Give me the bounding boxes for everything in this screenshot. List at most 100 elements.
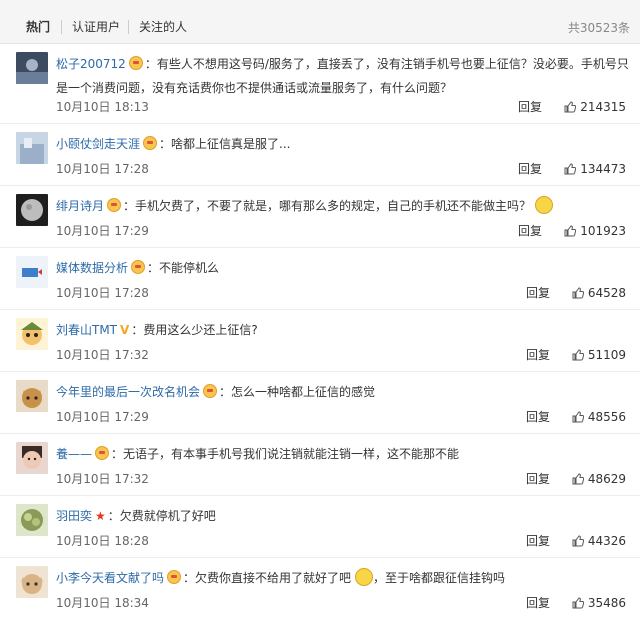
avatar[interactable] (16, 52, 48, 84)
verified-v-icon: V (120, 323, 130, 337)
avatar[interactable] (16, 318, 48, 350)
comment-item: 媒体数据分析 ：不能停机么 10月10日 17:28 回复 64528 (0, 248, 640, 310)
like-count: 101923 (580, 224, 626, 238)
comment-tabs-bar: 热门 认证用户 关注的人 共30523条 (0, 0, 640, 44)
avatar[interactable] (16, 256, 48, 288)
tab-divider (128, 20, 129, 34)
reply-button[interactable]: 回复 (518, 161, 542, 177)
tab-verified-users[interactable]: 认证用户 (72, 19, 120, 35)
thumb-up-icon (572, 535, 584, 547)
like-button[interactable]: 48556 (572, 409, 626, 425)
comment-head: 今年里的最后一次改名机会 ：怎么一种啥都上征信的感觉 (56, 384, 376, 399)
comment-item: 松子200712 ：有些人不想用这号码/服务了，直接丢了，没有注销手机号也要上征信… (0, 44, 640, 124)
thumb-up-icon (564, 101, 577, 113)
reply-button[interactable]: 回复 (518, 223, 542, 239)
comment-item: 小李今天看文献了吗 ：欠费你直接不给用了就好了吧 ，至于啥都跟征信挂钩吗 10月10… (0, 558, 640, 622)
comment-username[interactable]: 今年里的最后一次改名机会 (56, 385, 200, 399)
thinking-emoji-icon (535, 196, 554, 214)
comment-total-count: 共30523条 (567, 21, 630, 35)
comment-item: 羽田奕 ★ ：欠费就停机了好吧 10月10日 18:28 回复 44326 (0, 496, 640, 558)
thumb-up-icon (564, 163, 577, 175)
like-count: 64528 (587, 286, 626, 300)
like-count: 35486 (587, 596, 626, 610)
comment-text: 怎么一种啥都上征信的感觉 (231, 385, 376, 399)
comment-username[interactable]: 媒体数据分析 (56, 261, 128, 275)
like-button[interactable]: 51109 (572, 347, 626, 363)
like-button[interactable]: 44326 (572, 533, 626, 549)
comment-text: 啥都上征信真是服了... (171, 137, 291, 151)
thumb-up-icon (572, 349, 584, 361)
comment-time: 10月10日 17:29 (56, 410, 149, 424)
thumb-up-icon (572, 597, 584, 609)
like-count: 51109 (587, 348, 626, 362)
comment-head: 刘春山TMT V ：费用这么少还上征信? (56, 323, 258, 337)
comment-time: 10月10日 18:13 (56, 100, 149, 114)
comment-username[interactable]: 刘春山TMT (56, 323, 117, 337)
thumb-up-icon (564, 225, 577, 237)
avatar[interactable] (16, 380, 48, 412)
comment-head: 松子200712 ：有些人不想用这号码/服务了，直接丢了，没有注销手机号也要上征信… (56, 56, 629, 95)
vip-badge-icon (107, 198, 122, 212)
avatar[interactable] (16, 442, 48, 474)
like-count: 44326 (587, 534, 626, 548)
like-count: 214315 (580, 100, 626, 114)
comment-username[interactable]: 小颐仗剑走天涯 (56, 137, 140, 151)
comment-text-continued: ，至于啥都跟征信挂钩吗 (373, 571, 506, 585)
comment-text: 不能停机么 (159, 261, 220, 275)
comment-time: 10月10日 17:28 (56, 162, 149, 176)
comment-time: 10月10日 18:34 (56, 596, 149, 610)
like-count: 48556 (587, 410, 626, 424)
comment-text: 费用这么少还上征信? (143, 323, 258, 337)
comment-item: 绯月诗月 ：手机欠费了，不要了就是，哪有那么多的规定，自己的手机还不能做主吗？ 1… (0, 186, 640, 248)
vip-badge-icon (128, 56, 143, 70)
comment-username[interactable]: 養—— (56, 447, 92, 461)
comment-username[interactable]: 绯月诗月 (56, 199, 104, 213)
reply-button[interactable]: 回复 (526, 409, 550, 425)
comment-text: 欠费就停机了好吧 (119, 509, 216, 523)
comment-head: 養—— ：无语子，有本事手机号我们说注销就能注销一样，这不能那不能 (56, 446, 460, 461)
comment-text: 欠费你直接不给用了就好了吧 (195, 571, 352, 585)
comment-item: 今年里的最后一次改名机会 ：怎么一种啥都上征信的感觉 10月10日 17:29 回… (0, 372, 640, 434)
comment-item: 養—— ：无语子，有本事手机号我们说注销就能注销一样，这不能那不能 10月10日 … (0, 434, 640, 496)
comment-username[interactable]: 松子200712 (56, 57, 126, 71)
comment-head: 绯月诗月 ：手机欠费了，不要了就是，哪有那么多的规定，自己的手机还不能做主吗？ (56, 194, 630, 218)
like-button[interactable]: 35486 (572, 595, 626, 611)
reply-button[interactable]: 回复 (518, 99, 542, 115)
like-count: 48629 (587, 472, 626, 486)
reply-button[interactable]: 回复 (526, 471, 550, 487)
comment-head: 羽田奕 ★ ：欠费就停机了好吧 (56, 509, 216, 523)
comment-text: 有些人不想用这号码/服务了，直接丢了，没有注销手机号也要上征信？没必要。手机号只 (156, 57, 629, 71)
comment-time: 10月10日 17:29 (56, 224, 149, 238)
reply-button[interactable]: 回复 (526, 347, 550, 363)
comment-item: 刘春山TMT V ：费用这么少还上征信? 10月10日 17:32 回复 51109 (0, 310, 640, 372)
like-button[interactable]: 134473 (564, 161, 626, 177)
thumb-up-icon (572, 473, 584, 485)
thumb-up-icon (572, 411, 584, 423)
comment-text-continued: 是一个消费问题，没有充话费你也不提供通话或流量服务了，有什么问题？ (56, 81, 453, 95)
comment-head: 小李今天看文献了吗 ：欠费你直接不给用了就好了吧 ，至于啥都跟征信挂钩吗 (56, 566, 630, 590)
tab-following[interactable]: 关注的人 (139, 19, 187, 35)
comment-head: 小颐仗剑走天涯 ：啥都上征信真是服了... (56, 136, 291, 151)
comment-time: 10月10日 17:32 (56, 348, 149, 362)
comment-item: 小颐仗剑走天涯 ：啥都上征信真是服了... 10月10日 17:28 回复 134… (0, 124, 640, 186)
avatar[interactable] (16, 194, 48, 226)
reply-button[interactable]: 回复 (526, 533, 550, 549)
like-button[interactable]: 48629 (572, 471, 626, 487)
tab-divider (61, 20, 62, 34)
avatar[interactable] (16, 566, 48, 598)
comment-username[interactable]: 小李今天看文献了吗 (56, 571, 164, 585)
vip-badge-icon (203, 384, 218, 398)
like-button[interactable]: 214315 (564, 99, 626, 115)
comment-text: 手机欠费了，不要了就是，哪有那么多的规定，自己的手机还不能做主吗？ (135, 199, 532, 213)
like-button[interactable]: 101923 (564, 223, 626, 239)
reply-button[interactable]: 回复 (526, 285, 550, 301)
smile-emoji-icon (355, 568, 374, 586)
tab-hot[interactable]: 热门 (26, 19, 50, 35)
like-button[interactable]: 64528 (572, 285, 626, 301)
avatar[interactable] (16, 132, 48, 164)
comment-head: 媒体数据分析 ：不能停机么 (56, 260, 220, 275)
comment-username[interactable]: 羽田奕 (56, 509, 92, 523)
avatar[interactable] (16, 504, 48, 536)
comment-time: 10月10日 18:28 (56, 534, 149, 548)
reply-button[interactable]: 回复 (526, 595, 550, 611)
